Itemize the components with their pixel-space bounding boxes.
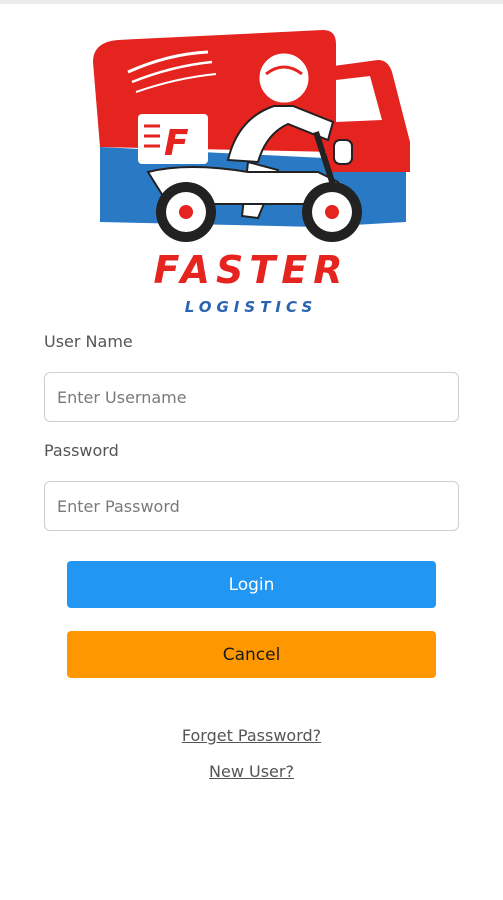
forget-password-link[interactable]: Forget Password? <box>0 726 503 745</box>
logo-title: FASTER <box>153 248 349 292</box>
new-user-link[interactable]: New User? <box>0 762 503 781</box>
top-strip <box>0 0 503 4</box>
svg-text:F: F <box>164 123 189 164</box>
password-input[interactable] <box>44 481 459 531</box>
delivery-truck-icon: F <box>93 30 410 242</box>
faster-logistics-logo: F FASTER LOGISTICS <box>88 22 414 322</box>
cancel-button[interactable]: Cancel <box>67 631 436 678</box>
password-label: Password <box>44 441 119 460</box>
login-button[interactable]: Login <box>67 561 436 608</box>
logo-subtitle: LOGISTICS <box>184 298 318 316</box>
username-label: User Name <box>44 332 133 351</box>
username-input[interactable] <box>44 372 459 422</box>
